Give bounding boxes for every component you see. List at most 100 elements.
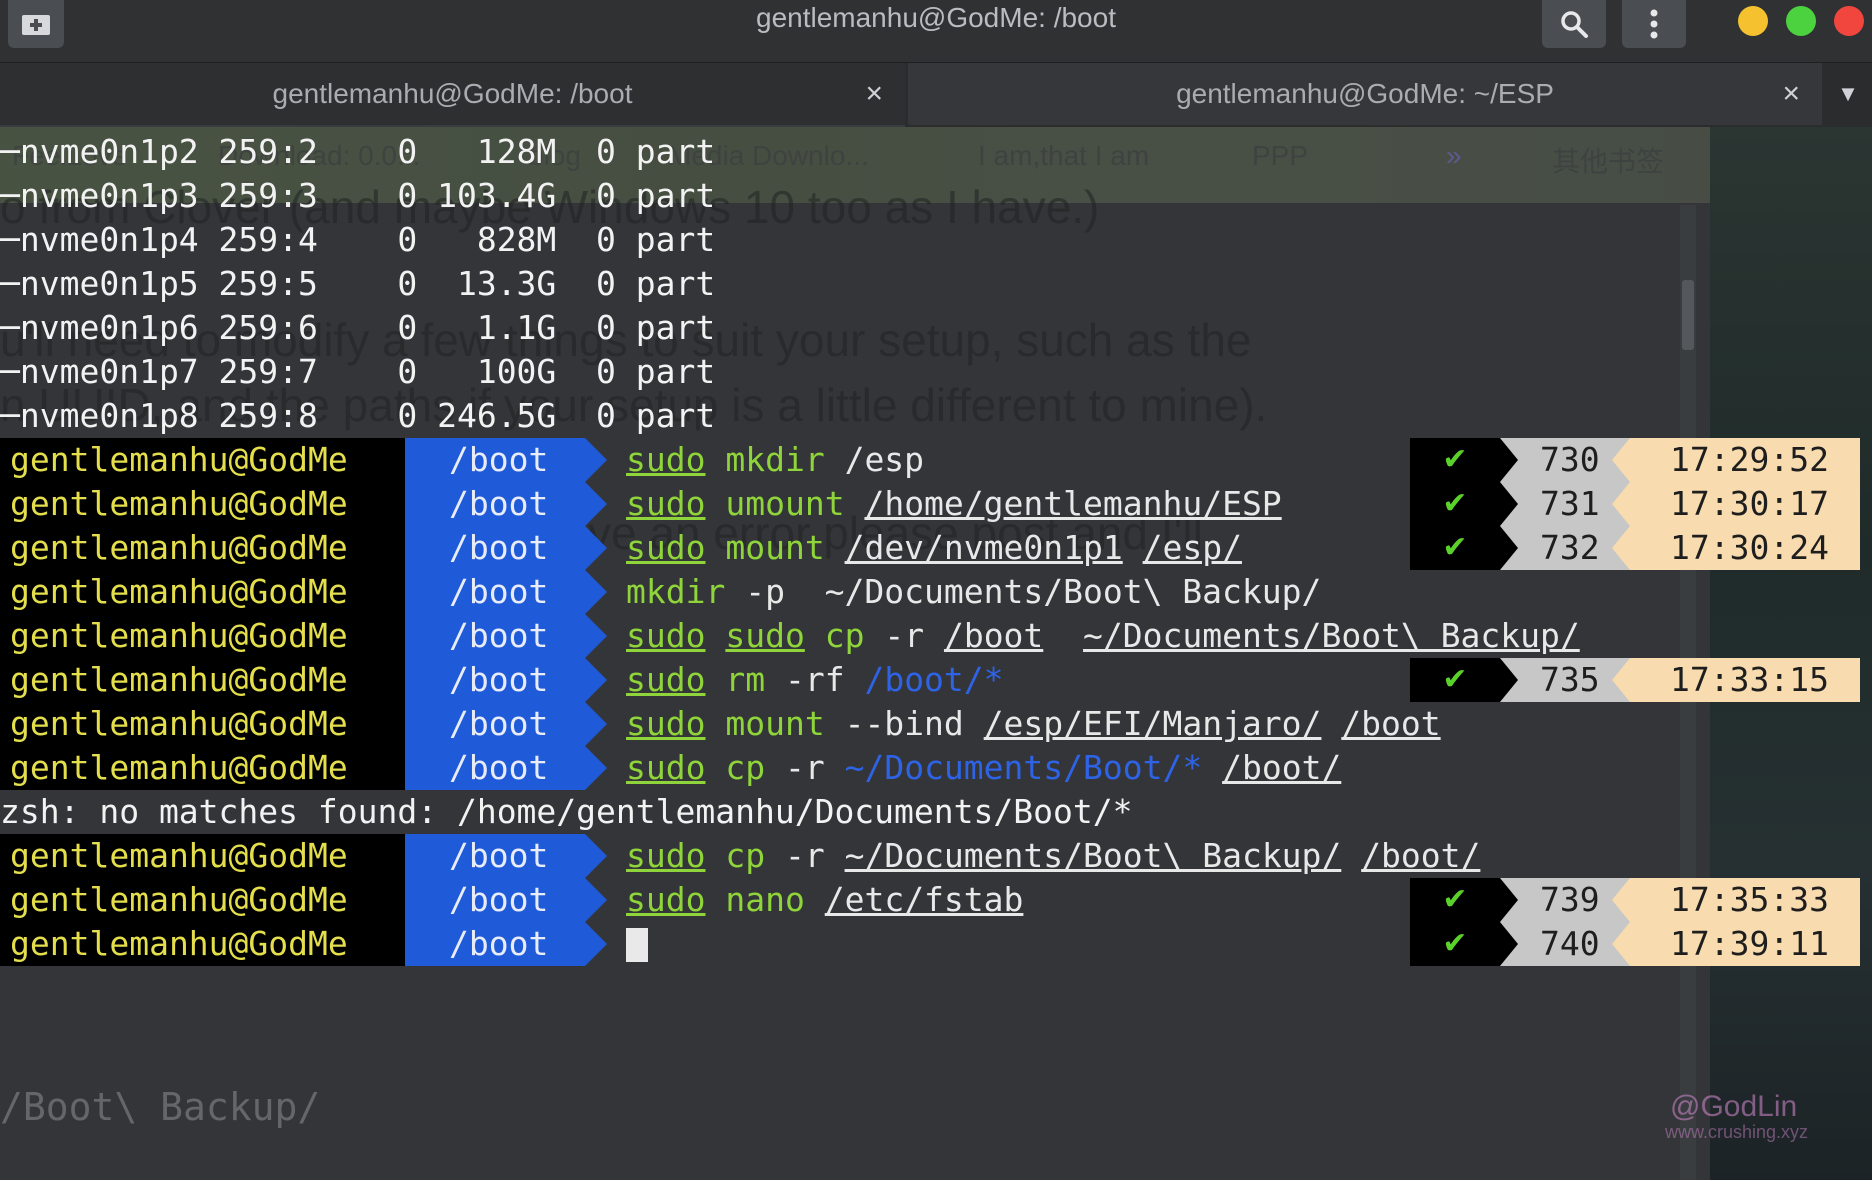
command-token: --bind [824,704,984,743]
status-separator-icon [1500,878,1518,922]
command-text: sudo sudo cp -r /boot ~/Documents/Boot\ … [626,614,1580,658]
prompt-user: gentlemanhu@GodMe [0,482,405,526]
tab-close-icon[interactable]: × [865,63,883,125]
command-time: 17:35:33 [1630,878,1860,922]
prompt-dir: /boot [405,614,585,658]
command-token: umount [725,484,845,523]
terminal-row: gentlemanhu@GodMe/boot sudo mount /dev/nv… [0,526,1860,570]
search-button[interactable] [1542,0,1606,48]
command-token: cp [725,748,766,787]
command-token [805,880,825,919]
menu-button[interactable] [1622,0,1686,48]
terminal-row: gentlemanhu@GodMe/boot sudo umount /home/… [0,482,1860,526]
command-token: ~/Documents/Boot\ Backup/ [1083,616,1580,655]
command-token: /boot [1341,704,1441,743]
command-token: mkdir [626,572,726,611]
command-token: /boot/* [864,660,1004,699]
prompt-separator-icon [585,482,607,526]
history-number: 730 [1500,438,1630,482]
command-token: /esp [824,440,925,479]
prompt-user: gentlemanhu@GodMe [0,834,405,878]
prompt-dir: /boot [405,482,585,526]
kebab-menu-icon [1650,9,1658,39]
command-token: /home/gentlemanhu/ESP [864,484,1282,523]
terminal-row: gentlemanhu@GodMe/boot ✔ 740 17:39:11 [0,922,1860,966]
command-text: sudo cp -r ~/Documents/Boot/* /boot/ [626,746,1341,790]
terminal-row: gentlemanhu@GodMe/boot mkdir -p ~/Documen… [0,570,1860,614]
command-time: 17:33:15 [1630,658,1860,702]
partition-line: ─nvme0n1p8 259:8 0 246.5G 0 part [0,396,716,435]
terminal-row: ─nvme0n1p8 259:8 0 246.5G 0 part [0,394,1860,438]
command-time: 17:39:11 [1630,922,1860,966]
status-separator-icon [1500,438,1518,482]
terminal-row: ─nvme0n1p5 259:5 0 13.3G 0 part [0,262,1860,306]
status-separator-icon [1500,482,1518,526]
partition-line: ─nvme0n1p4 259:4 0 828M 0 part [0,220,716,259]
command-token [1341,836,1361,875]
command-token [1202,748,1222,787]
history-number: 731 [1500,482,1630,526]
command-token: sudo [626,880,706,919]
terminal-row: gentlemanhu@GodMe/boot sudo mkdir /esp ✔ 73… [0,438,1860,482]
prompt-separator-icon [585,702,607,746]
prompt-dir: /boot [405,570,585,614]
command-token: mount [725,528,825,567]
prompt-separator-icon [585,746,607,790]
tab-boot[interactable]: gentlemanhu@GodMe: /boot × [0,63,905,127]
command-text: sudo nano /etc/fstab [626,878,1023,922]
command-token: cp [725,836,766,875]
command-token: sudo [626,616,706,655]
history-number: 740 [1500,922,1630,966]
prompt-separator-icon [585,614,607,658]
tab-close-icon[interactable]: × [1782,63,1800,125]
command-text: sudo rm -rf /boot/* [626,658,1004,702]
terminal-row: gentlemanhu@GodMe/boot sudo cp -r ~/Docum… [0,834,1860,878]
prompt-dir: /boot [405,922,585,966]
command-token [705,704,725,743]
command-token: rm [725,660,766,699]
status-segment: ✔ 732 17:30:24 [1410,526,1860,570]
command-token [705,440,725,479]
command-token [705,836,725,875]
status-separator-icon [1612,438,1630,482]
prompt-user: gentlemanhu@GodMe [0,658,405,702]
command-token [705,484,725,523]
prompt-user: gentlemanhu@GodMe [0,438,405,482]
command-token: -rf [765,660,865,699]
terminal-row: ─nvme0n1p3 259:3 0 103.4G 0 part [0,174,1860,218]
partition-line: ─nvme0n1p3 259:3 0 103.4G 0 part [0,176,716,215]
maximize-button[interactable] [1786,6,1816,36]
command-time: 17:30:24 [1630,526,1860,570]
command-text: sudo cp -r ~/Documents/Boot\ Backup/ /bo… [626,834,1480,878]
success-check-icon: ✔ [1410,438,1500,482]
prompt-separator-icon [585,658,607,702]
tab-esp[interactable]: gentlemanhu@GodMe: ~/ESP × [908,63,1822,125]
command-token [705,528,725,567]
command-token: sudo [626,704,706,743]
partition-line: ─nvme0n1p6 259:6 0 1.1G 0 part [0,308,716,347]
command-token [845,484,865,523]
prompt-user: gentlemanhu@GodMe [0,702,405,746]
error-message: zsh: no matches found: /home/gentlemanhu… [0,792,1133,831]
minimize-button[interactable] [1738,6,1768,36]
command-token [825,528,845,567]
status-segment: ✔ 730 17:29:52 [1410,438,1860,482]
tab-list-dropdown[interactable]: ▼ [1824,63,1872,125]
command-token [705,616,725,655]
command-token [1043,616,1083,655]
prompt-dir: /boot [405,834,585,878]
tab-bar: gentlemanhu@GodMe: /boot × gentlemanhu@G… [0,63,1872,127]
command-text: sudo mount /dev/nvme0n1p1 /esp/ [626,526,1242,570]
success-check-icon: ✔ [1410,922,1500,966]
terminal-row: ─nvme0n1p6 259:6 0 1.1G 0 part [0,306,1860,350]
terminal-row: gentlemanhu@GodMe/boot sudo rm -rf /boot/… [0,658,1860,702]
command-token: sudo [725,616,805,655]
watermark: @GodLin [1670,1090,1798,1123]
status-separator-icon [1612,658,1630,702]
command-token [1321,704,1341,743]
status-separator-icon [1500,922,1518,966]
close-button[interactable] [1834,6,1864,36]
command-token: -r [765,748,845,787]
prompt-separator-icon [585,878,607,922]
command-token: /boot/ [1361,836,1481,875]
